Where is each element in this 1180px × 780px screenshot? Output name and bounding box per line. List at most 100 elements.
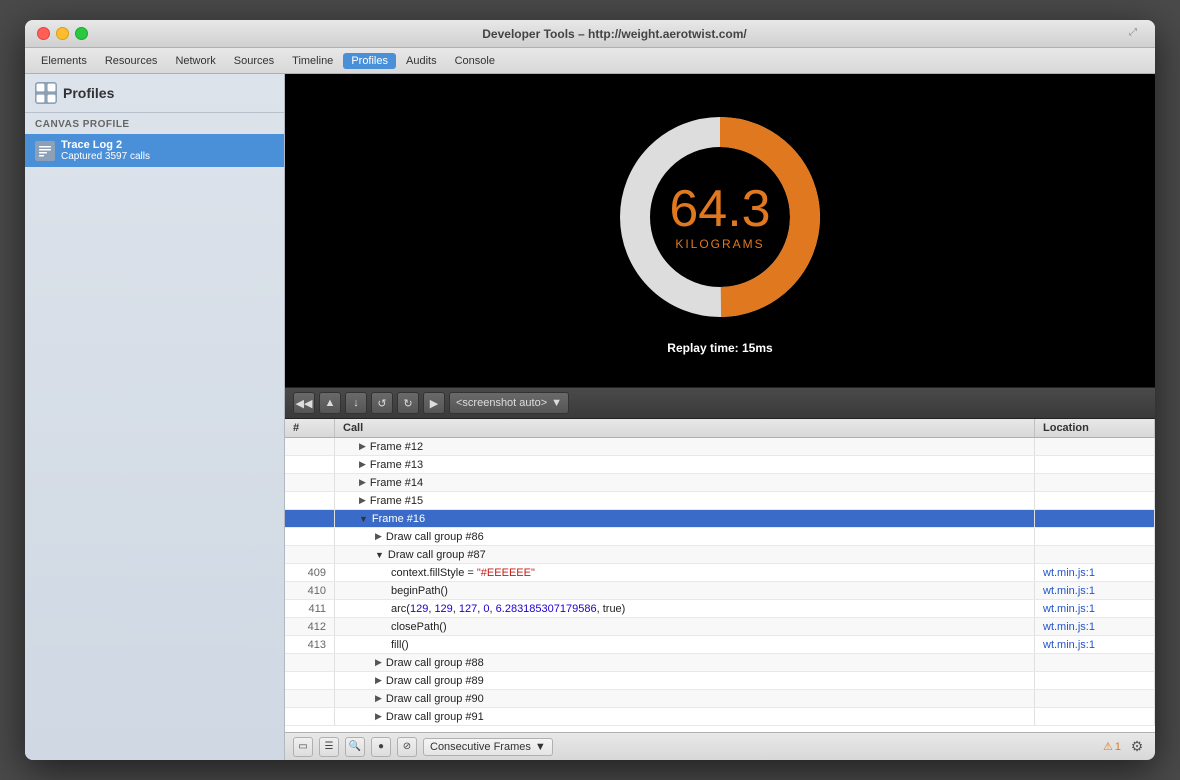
record-button[interactable]: ● [371,737,391,757]
menu-network[interactable]: Network [167,53,223,69]
row-call: closePath() [335,618,1035,635]
row-loc [1035,492,1155,509]
prev-button[interactable]: ▲ [319,392,341,414]
row-loc [1035,654,1155,671]
list-button[interactable]: ☰ [319,737,339,757]
tree-arrow: ▶ [375,531,382,542]
canvas-profile-label: CANVAS PROFILE [25,113,284,134]
row-loc [1035,690,1155,707]
table-row[interactable]: 412 closePath() wt.min.js:1 [285,618,1155,636]
row-loc[interactable]: wt.min.js:1 [1035,582,1155,599]
menu-sources[interactable]: Sources [226,53,282,69]
row-loc [1035,456,1155,473]
row-loc [1035,438,1155,455]
warning-icon: ⚠ [1103,740,1113,753]
row-call: ▶ Draw call group #86 [335,528,1035,545]
row-loc [1035,528,1155,545]
table-row[interactable]: 411 arc(129, 129, 127, 0, 6.283185307179… [285,600,1155,618]
row-call: ▶ Frame #15 [335,492,1035,509]
row-num [285,654,335,671]
row-num: 411 [285,600,335,617]
row-num [285,528,335,545]
row-call: arc(129, 129, 127, 0, 6.283185307179586,… [335,600,1035,617]
row-num [285,708,335,725]
traffic-lights [37,27,88,40]
table-row[interactable]: ▶ Frame #12 [285,438,1155,456]
canvas-toolbar: ◀◀ ▲ ↓ ↺ ↻ ▶ <screenshot auto> ▼ [285,387,1155,419]
weight-unit: KILOGRAMS [669,237,770,251]
consecutive-dropdown-icon: ▼ [535,741,546,753]
table-row[interactable]: 409 context.fillStyle = "#EEEEEE" wt.min… [285,564,1155,582]
donut-chart: 64.3 KILOGRAMS [610,107,830,327]
warning-badge: ⚠ 1 [1103,740,1121,753]
table-row[interactable]: ▶ Frame #14 [285,474,1155,492]
table-row[interactable]: ▶ Draw call group #88 [285,654,1155,672]
call-table[interactable]: # Call Location ▶ Frame #12 [285,419,1155,732]
titlebar: Developer Tools – http://weight.aerotwis… [25,20,1155,48]
row-loc[interactable]: wt.min.js:1 [1035,600,1155,617]
row-num: 412 [285,618,335,635]
consecutive-frames-select[interactable]: Consecutive Frames ▼ [423,738,553,756]
table-row[interactable]: 410 beginPath() wt.min.js:1 [285,582,1155,600]
trace-log-name: Trace Log 2 [61,139,150,151]
main-panel: 64.3 KILOGRAMS Replay time: 15ms ◀◀ ▲ ↓ … [285,74,1155,760]
row-num: 410 [285,582,335,599]
table-row-selected[interactable]: ▼ Frame #16 [285,510,1155,528]
table-row[interactable]: ▶ Frame #13 [285,456,1155,474]
row-call: ▶ Frame #13 [335,456,1035,473]
tree-arrow: ▶ [359,441,366,452]
maximize-button[interactable] [75,27,88,40]
menu-audits[interactable]: Audits [398,53,445,69]
sidebar: Profiles CANVAS PROFILE Trace Log 2 Capt… [25,74,285,760]
minimize-button[interactable] [56,27,69,40]
weight-value: 64.3 [669,183,770,235]
replay-forward-button[interactable]: ↻ [397,392,419,414]
warning-count: 1 [1115,741,1121,753]
step-back-button[interactable]: ↓ [345,392,367,414]
row-loc[interactable]: wt.min.js:1 [1035,564,1155,581]
sidebar-header: Profiles [25,74,284,113]
row-num [285,438,335,455]
tree-arrow: ▶ [375,711,382,722]
tree-arrow: ▶ [359,495,366,506]
table-row[interactable]: ▼ Draw call group #87 [285,546,1155,564]
replay-button[interactable]: ↺ [371,392,393,414]
stop-button[interactable]: ⊘ [397,737,417,757]
table-row[interactable]: ▶ Draw call group #90 [285,690,1155,708]
row-loc [1035,708,1155,725]
row-loc [1035,546,1155,563]
menu-profiles[interactable]: Profiles [343,53,396,69]
tree-arrow: ▶ [359,477,366,488]
menu-resources[interactable]: Resources [97,53,166,69]
table-header: # Call Location [285,419,1155,438]
trace-log-item[interactable]: Trace Log 2 Captured 3597 calls [25,134,284,167]
next-button[interactable]: ▶ [423,392,445,414]
table-row[interactable]: ▶ Draw call group #86 [285,528,1155,546]
canvas-area: 64.3 KILOGRAMS Replay time: 15ms [285,74,1155,387]
bottom-bar: ▭ ☰ 🔍 ● ⊘ Consecutive Frames ▼ ⚠ 1 ⚙ [285,732,1155,760]
table-row[interactable]: ▶ Draw call group #89 [285,672,1155,690]
row-loc[interactable]: wt.min.js:1 [1035,636,1155,653]
expand-icon[interactable]: ⤢ [1129,27,1143,41]
sidebar-title: Profiles [63,85,114,101]
row-call: ▶ Frame #12 [335,438,1035,455]
consecutive-frames-label: Consecutive Frames [430,741,531,753]
tree-arrow: ▶ [375,657,382,668]
row-num [285,546,335,563]
menu-timeline[interactable]: Timeline [284,53,341,69]
donut-center: 64.3 KILOGRAMS [669,183,770,251]
trace-log-icon [35,141,55,161]
row-num [285,690,335,707]
dock-button[interactable]: ▭ [293,737,313,757]
menu-console[interactable]: Console [447,53,503,69]
close-button[interactable] [37,27,50,40]
screenshot-select[interactable]: <screenshot auto> ▼ [449,392,569,414]
table-row[interactable]: ▶ Draw call group #91 [285,708,1155,726]
table-row[interactable]: ▶ Frame #15 [285,492,1155,510]
search-button[interactable]: 🔍 [345,737,365,757]
settings-button[interactable]: ⚙ [1127,737,1147,757]
table-row[interactable]: 413 fill() wt.min.js:1 [285,636,1155,654]
rewind-button[interactable]: ◀◀ [293,392,315,414]
row-loc[interactable]: wt.min.js:1 [1035,618,1155,635]
menu-elements[interactable]: Elements [33,53,95,69]
